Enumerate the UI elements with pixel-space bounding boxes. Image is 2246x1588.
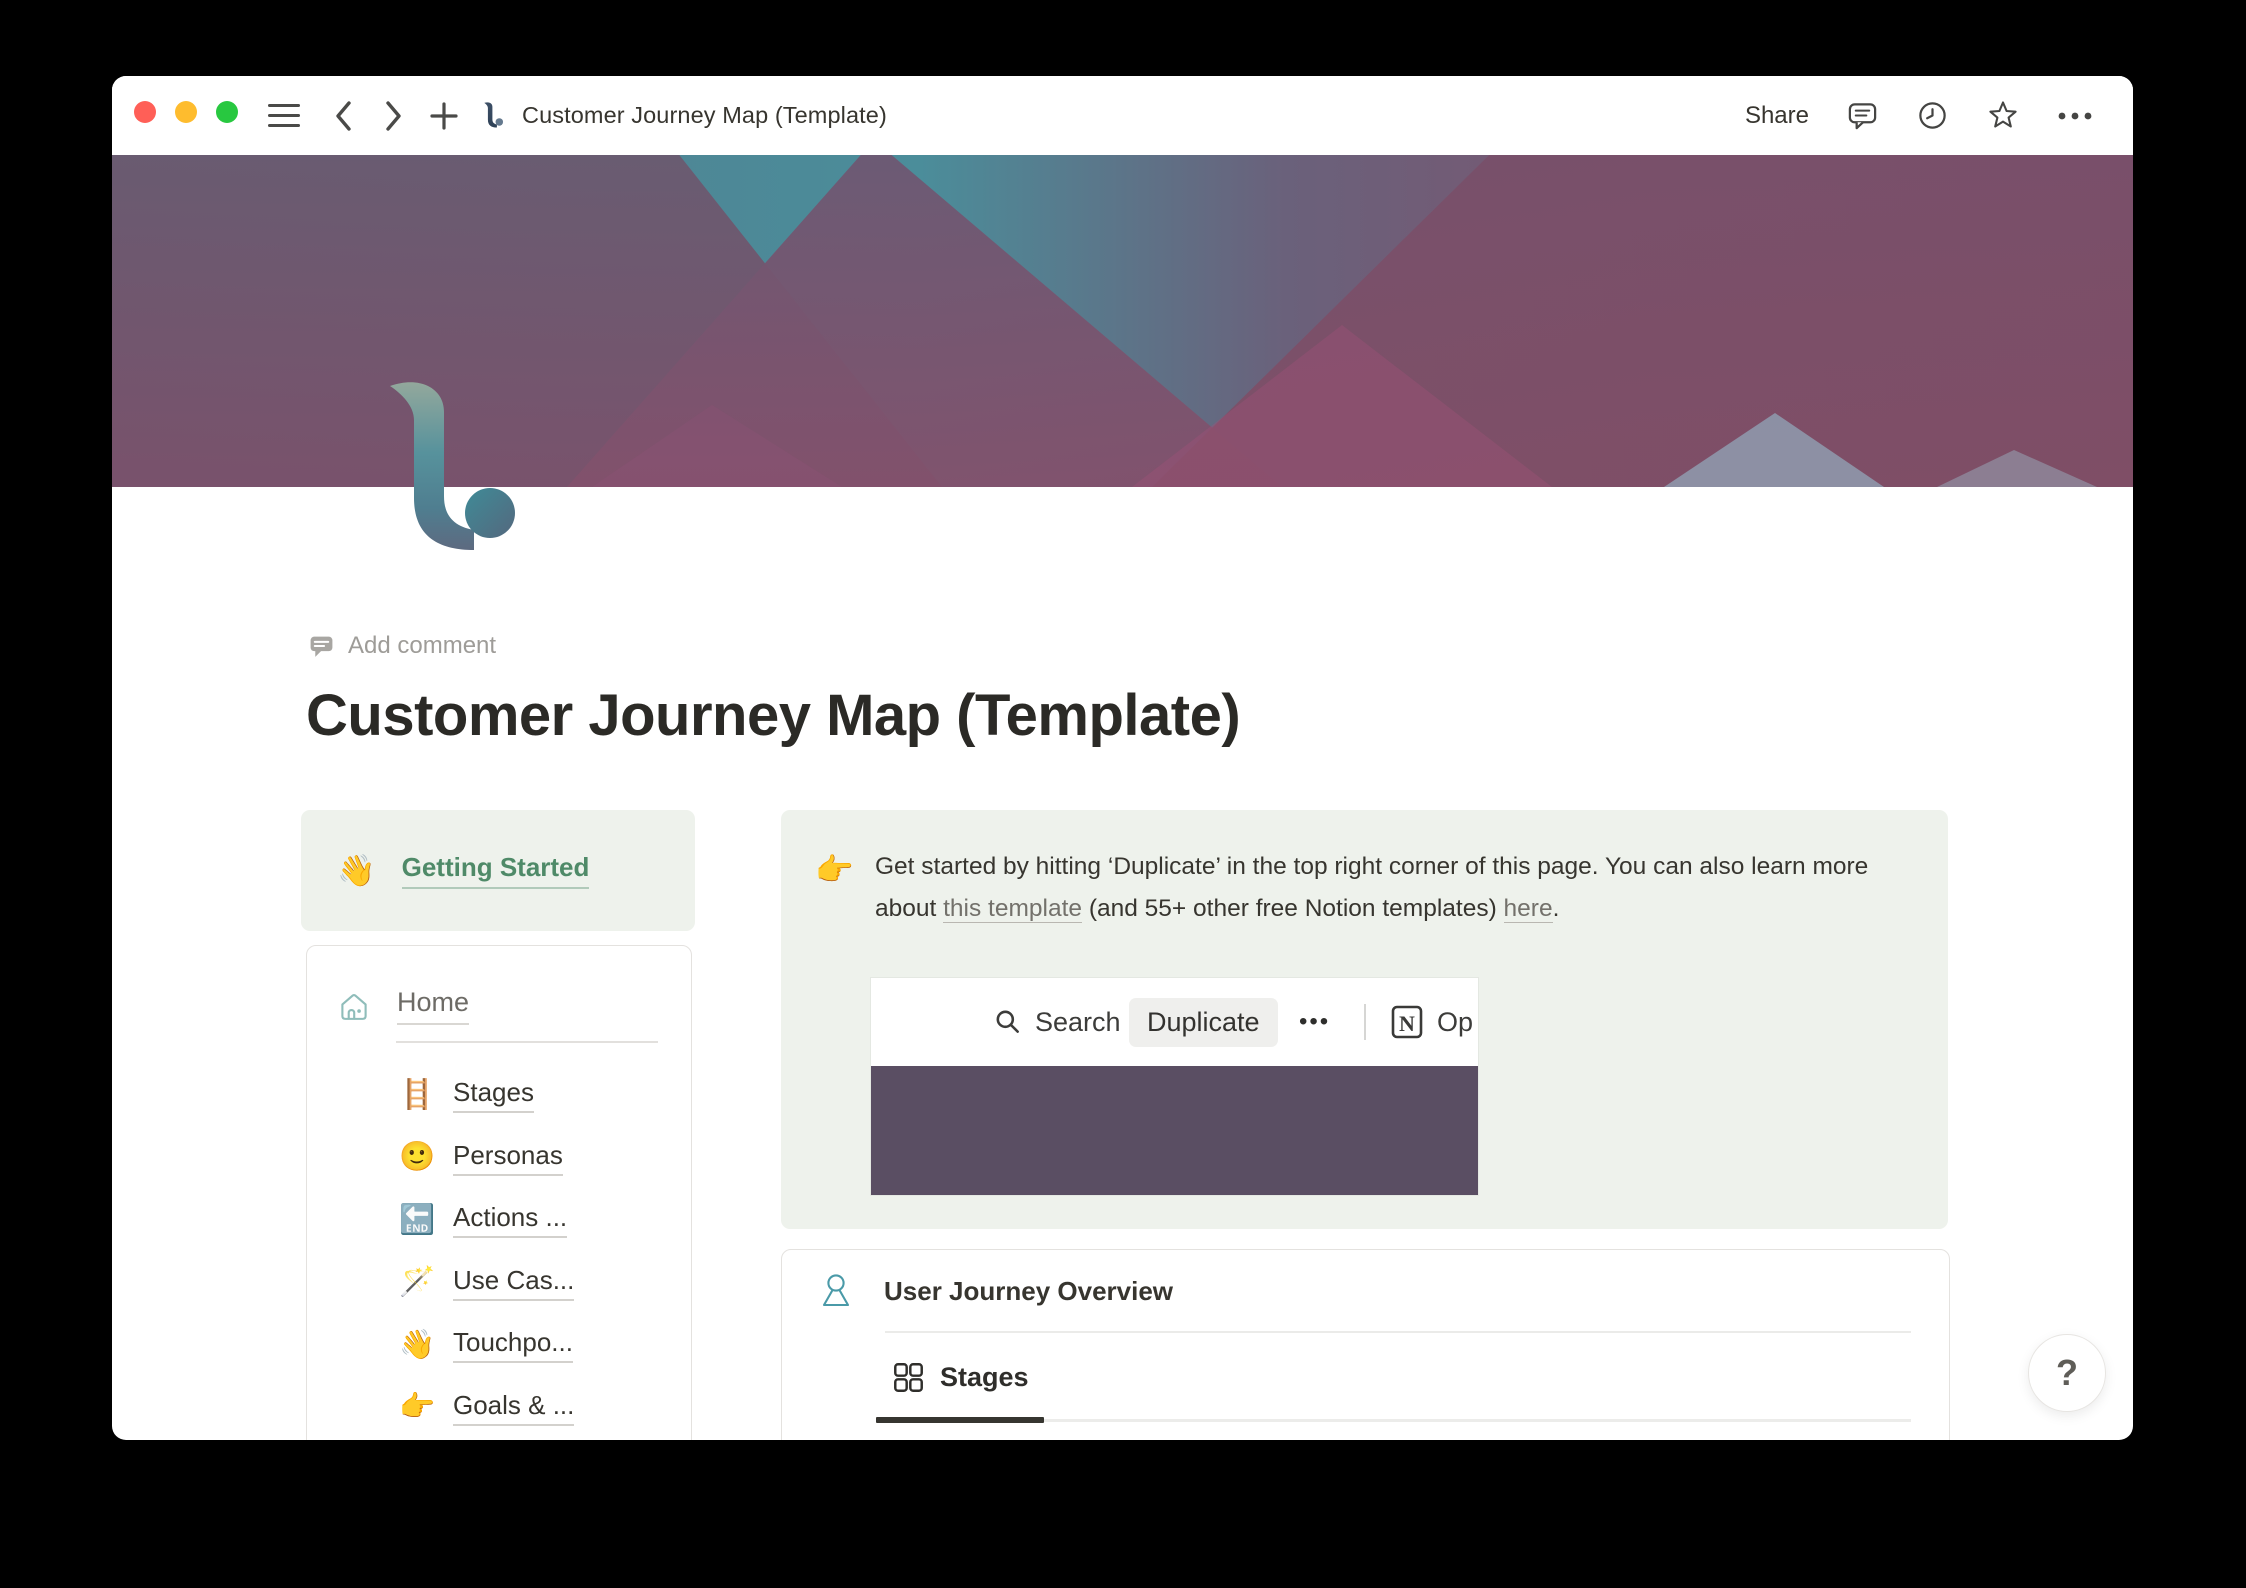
embed-duplicate-button: Duplicate xyxy=(1129,978,1278,1066)
page-title: Customer Journey Map (Template) xyxy=(306,683,1241,748)
ladder-emoji: 🪜 xyxy=(399,1078,436,1111)
help-button[interactable]: ? xyxy=(2028,1334,2106,1412)
sidebar-item-personas[interactable]: 🙂 Personas xyxy=(399,1127,669,1190)
home-link-row[interactable]: Home xyxy=(335,986,470,1026)
here-link[interactable]: here xyxy=(1503,895,1553,923)
embed-search-icon xyxy=(993,978,1023,1066)
house-icon xyxy=(335,986,373,1026)
sidebar-item-goals[interactable]: 👉 Goals & ... xyxy=(399,1377,669,1440)
close-window-button[interactable] xyxy=(134,101,156,123)
grid-icon xyxy=(893,1362,924,1393)
embed-toolbar: Search Duplicate ••• N Op xyxy=(871,978,1478,1066)
menu-icon[interactable] xyxy=(264,76,304,155)
home-link-label[interactable]: Home xyxy=(397,987,470,1025)
page-icon-logo[interactable] xyxy=(388,380,528,560)
getting-started-link[interactable]: Getting Started xyxy=(401,852,590,889)
svg-text:N: N xyxy=(1399,1011,1415,1036)
share-button[interactable]: Share xyxy=(1745,102,1809,130)
page-favicon xyxy=(478,76,510,155)
tab-stages[interactable]: Stages xyxy=(893,1362,1029,1393)
waving-hand-emoji: 👋 xyxy=(337,853,376,888)
embed-notion-logo: N xyxy=(1389,978,1425,1066)
pointing-right-emoji: 👉 xyxy=(399,1391,436,1424)
person-icon xyxy=(818,1270,854,1312)
window-title: Customer Journey Map (Template) xyxy=(522,102,887,128)
embed-more-label: ••• xyxy=(1299,1008,1331,1035)
add-comment-button[interactable]: Add comment xyxy=(308,632,496,660)
back-icon[interactable] xyxy=(326,76,362,155)
user-journey-overview-card: User Journey Overview Stages xyxy=(781,1249,1950,1440)
new-tab-icon[interactable] xyxy=(424,76,464,155)
app-window: Customer Journey Map (Template) Share Ad… xyxy=(112,76,2133,1440)
pointing-right-emoji: 👉 xyxy=(815,852,854,887)
duplicate-instructions-callout: 👉 Get started by hitting ‘Duplicate’ in … xyxy=(781,810,1948,1229)
embed-purple-banner xyxy=(871,1066,1478,1195)
screen: { "titlebar": { "title": "Customer Journ… xyxy=(0,0,2246,1588)
this-template-link[interactable]: this template xyxy=(943,895,1083,923)
forward-icon[interactable] xyxy=(375,76,411,155)
smiley-emoji: 🙂 xyxy=(399,1141,436,1174)
more-options-icon[interactable] xyxy=(2057,110,2093,122)
embed-open-label: Op xyxy=(1437,1006,1474,1037)
tab-active-indicator xyxy=(876,1417,1044,1423)
home-card: Home 🪜 Stages 🙂 Personas 🔚 Actions ... 🪄… xyxy=(306,945,692,1440)
sidebar-item-use-cases[interactable]: 🪄 Use Cas... xyxy=(399,1252,669,1315)
embed-search-label: Search xyxy=(1035,1006,1121,1037)
callout-text: Get started by hitting ‘Duplicate’ in th… xyxy=(875,853,1869,923)
divider xyxy=(396,1041,658,1043)
comment-bubble-icon xyxy=(308,633,335,660)
minimize-window-button[interactable] xyxy=(175,101,197,123)
comments-icon[interactable] xyxy=(1846,99,1879,132)
embed-separator xyxy=(1364,978,1366,1066)
sidebar-item-touchpoints[interactable]: 👋 Touchpo... xyxy=(399,1314,669,1377)
updates-clock-icon[interactable] xyxy=(1916,99,1949,132)
waving-hand-emoji: 👋 xyxy=(399,1328,436,1361)
title-bar: Customer Journey Map (Template) Share xyxy=(112,76,2133,155)
add-comment-label: Add comment xyxy=(348,632,497,659)
divider xyxy=(885,1331,1911,1333)
magic-wand-emoji: 🪄 xyxy=(399,1266,436,1299)
duplicate-hint-screenshot: Search Duplicate ••• N Op xyxy=(871,978,1478,1195)
zoom-window-button[interactable] xyxy=(216,101,238,123)
end-arrow-emoji: 🔚 xyxy=(399,1203,436,1236)
sidebar-item-stages[interactable]: 🪜 Stages xyxy=(399,1064,669,1127)
favorite-star-icon[interactable] xyxy=(1986,99,2020,133)
overview-title: User Journey Overview xyxy=(884,1275,1174,1306)
getting-started-callout[interactable]: 👋 Getting Started xyxy=(301,810,695,931)
tab-stages-label[interactable]: Stages xyxy=(940,1362,1029,1393)
sidebar-item-actions[interactable]: 🔚 Actions ... xyxy=(399,1189,669,1252)
